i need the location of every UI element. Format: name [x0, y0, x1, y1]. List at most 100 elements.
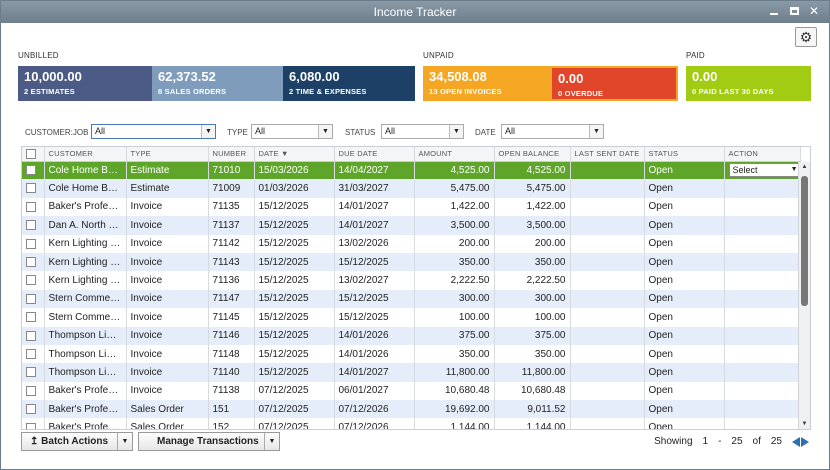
row-checkbox[interactable] [26, 367, 36, 378]
header-type[interactable]: TYPE [126, 147, 209, 162]
header-date[interactable]: DATE ▼ [254, 147, 335, 162]
cell-open-balance: 9,011.52 [494, 400, 571, 419]
row-checkbox-cell[interactable] [22, 252, 45, 272]
gear-icon[interactable]: ⚙ [795, 27, 817, 47]
table-row[interactable]: Baker's Professi... Invoice 71138 07/12/202… [22, 381, 801, 401]
row-checkbox-cell[interactable] [22, 179, 45, 198]
row-checkbox[interactable] [26, 293, 36, 304]
table-row[interactable]: Thompson Lighti... Invoice 71148 15/12/2025… [22, 344, 801, 364]
header-status[interactable]: STATUS [644, 147, 725, 162]
row-checkbox[interactable] [26, 275, 36, 286]
table-row[interactable]: Baker's Professi... Invoice 71135 15/12/202… [22, 197, 801, 217]
cell-status: Open [644, 289, 725, 309]
cell-status: Open [644, 344, 725, 364]
row-checkbox-cell[interactable] [22, 381, 45, 401]
cell-status: Open [644, 179, 725, 198]
vertical-scrollbar[interactable]: ▲ ▼ [798, 162, 810, 429]
table-row[interactable]: Baker's Professi... Sales Order 151 07/12/2… [22, 400, 801, 419]
close-icon[interactable]: ✕ [807, 4, 821, 18]
cell-last-sent-date [570, 197, 645, 217]
next-page-icon[interactable] [801, 436, 809, 447]
row-checkbox-cell[interactable] [22, 161, 45, 180]
row-checkbox[interactable] [26, 238, 36, 249]
row-checkbox[interactable] [26, 257, 36, 267]
row-checkbox-cell[interactable] [22, 234, 45, 253]
status-value: All [385, 126, 396, 136]
customer-job-value: All [95, 126, 106, 136]
cell-amount: 200.00 [414, 234, 495, 253]
row-checkbox[interactable] [26, 348, 36, 359]
tile-paid[interactable]: 0.00 0 PAID LAST 30 DAYS [686, 66, 811, 101]
date-select[interactable]: All ▼ [501, 124, 604, 139]
header-amount[interactable]: AMOUNT [414, 147, 495, 162]
header-customer[interactable]: CUSTOMER [44, 147, 127, 162]
scrollbar-thumb[interactable] [801, 176, 808, 306]
table-row[interactable]: Cole Home Build... Estimate 71009 01/03/202… [22, 179, 801, 198]
cell-action [724, 234, 801, 253]
maximize-icon[interactable] [787, 4, 801, 18]
row-checkbox-cell[interactable] [22, 271, 45, 290]
table-row[interactable]: Cole Home Build... Estimate 71010 15/03/202… [22, 161, 801, 180]
status-select[interactable]: All ▼ [381, 124, 464, 139]
row-checkbox[interactable] [26, 201, 36, 212]
select-all-checkbox[interactable] [26, 148, 36, 159]
minimize-icon[interactable] [767, 4, 781, 18]
table-row[interactable]: Kern Lighting W... Invoice 71143 15/12/2025… [22, 252, 801, 272]
row-checkbox-cell[interactable] [22, 308, 45, 327]
tile-open-invoices[interactable]: 34,508.08 13 OPEN INVOICES [423, 66, 550, 101]
chevron-down-icon[interactable]: ▼ [117, 433, 132, 450]
prev-page-icon[interactable] [792, 436, 800, 447]
batch-actions-button[interactable]: ↥ Batch Actions ▼ [21, 432, 133, 451]
row-checkbox[interactable] [26, 312, 36, 323]
customer-job-select[interactable]: All ▼ [91, 124, 216, 139]
row-checkbox[interactable] [26, 404, 36, 415]
cell-action [724, 400, 801, 419]
cell-open-balance: 350.00 [494, 344, 571, 364]
table-row[interactable]: Dan A. North Bui... Invoice 71137 15/12/202… [22, 216, 801, 235]
scroll-up-icon[interactable]: ▲ [799, 162, 810, 172]
cell-status: Open [644, 381, 725, 401]
action-select[interactable]: Select ▼ [728, 163, 799, 178]
table-row[interactable]: Stern Commerci... Invoice 71147 15/12/2025 1… [22, 289, 801, 309]
table-row[interactable]: Kern Lighting W... Invoice 71136 15/12/2025… [22, 271, 801, 290]
batch-actions-icon: ↥ [30, 436, 39, 447]
row-checkbox[interactable] [26, 422, 36, 429]
row-checkbox-cell[interactable] [22, 344, 45, 364]
row-checkbox-cell[interactable] [22, 216, 45, 235]
chevron-down-icon[interactable]: ▼ [264, 433, 279, 450]
type-value: All [255, 126, 266, 136]
window-title: Income Tracker [373, 5, 457, 19]
table-row[interactable]: Thompson Lighti... Invoice 71146 15/12/2025… [22, 326, 801, 345]
header-number[interactable]: NUMBER [208, 147, 255, 162]
cell-open-balance: 4,525.00 [494, 161, 571, 180]
row-checkbox-cell[interactable] [22, 289, 45, 309]
row-checkbox-cell[interactable] [22, 400, 45, 419]
select-all-header[interactable] [22, 147, 45, 162]
row-checkbox-cell[interactable] [22, 326, 45, 345]
row-checkbox-cell[interactable] [22, 197, 45, 217]
table-row[interactable]: Kern Lighting W... Invoice 71142 15/12/2025… [22, 234, 801, 253]
tile-overdue[interactable]: 0.00 0 OVERDUE [550, 66, 678, 101]
tile-estimates[interactable]: 10,000.00 2 ESTIMATES [18, 66, 152, 101]
cell-action [724, 216, 801, 235]
row-checkbox[interactable] [26, 385, 36, 396]
tile-time-expenses[interactable]: 6,080.00 2 TIME & EXPENSES [283, 66, 415, 101]
title-bar[interactable]: Income Tracker ✕ [1, 1, 829, 23]
table-row[interactable]: Stern Commerci... Invoice 71145 15/12/2025 1… [22, 308, 801, 327]
header-open-balance[interactable]: OPEN BALANCE [494, 147, 571, 162]
row-checkbox[interactable] [26, 220, 36, 231]
cell-amount: 19,692.00 [414, 400, 495, 419]
header-last-sent-date[interactable]: LAST SENT DATE [570, 147, 645, 162]
scroll-down-icon[interactable]: ▼ [799, 419, 810, 429]
table-row[interactable]: Baker's Professi... Sales Order 152 07/12/2… [22, 418, 801, 429]
row-checkbox-cell[interactable] [22, 363, 45, 382]
type-select[interactable]: All ▼ [251, 124, 333, 139]
table-row[interactable]: Thompson Lighti... Invoice 71140 15/12/2025… [22, 363, 801, 382]
header-due-date[interactable]: DUE DATE [334, 147, 415, 162]
row-checkbox[interactable] [26, 165, 36, 176]
row-checkbox[interactable] [26, 183, 36, 194]
manage-transactions-button[interactable]: Manage Transactions ▼ [138, 432, 280, 451]
row-checkbox[interactable] [26, 330, 36, 341]
row-checkbox-cell[interactable] [22, 418, 45, 429]
tile-sales-orders[interactable]: 62,373.52 8 SALES ORDERS [152, 66, 283, 101]
